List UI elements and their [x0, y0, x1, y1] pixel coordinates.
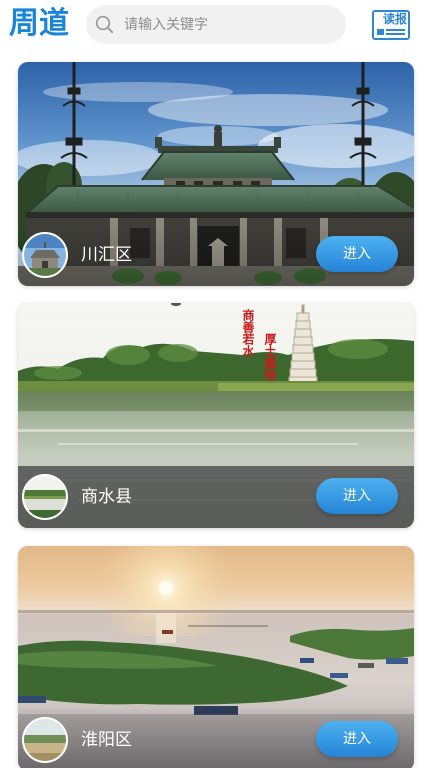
card-footer: 川汇区 进入	[18, 224, 414, 286]
region-avatar	[22, 232, 68, 278]
app-logo[interactable]: 周道	[9, 6, 69, 42]
search-icon-graphic	[95, 15, 114, 34]
region-card-shangshui[interactable]: 商善若水 厚土载物 商水县 进入	[18, 303, 414, 528]
photo-caption-left: 商善若水	[241, 309, 255, 357]
app-screen: 周道 读报	[0, 0, 432, 768]
enter-button[interactable]: 进入	[316, 478, 398, 514]
region-avatar-image	[24, 719, 66, 761]
search-input[interactable]	[124, 5, 334, 44]
region-avatar-image	[24, 476, 66, 518]
search-icon	[95, 15, 114, 34]
region-name: 商水县	[81, 487, 132, 507]
region-avatar-image	[24, 234, 66, 276]
region-card-huaiyang[interactable]: 淮阳区 进入	[18, 546, 414, 768]
region-avatar	[22, 717, 68, 763]
region-name: 川汇区	[81, 245, 132, 265]
region-name: 淮阳区	[81, 730, 132, 750]
newspaper-button[interactable]: 读报	[372, 10, 410, 40]
search-bar[interactable]	[86, 5, 346, 44]
enter-button[interactable]: 进入	[316, 721, 398, 757]
card-footer: 商水县 进入	[18, 466, 414, 528]
photo-caption-right: 厚土载物	[263, 333, 277, 381]
newspaper-text-line	[386, 33, 405, 35]
sun	[159, 581, 173, 595]
newspaper-label: 读报	[382, 12, 407, 26]
top-bar: 周道 读报	[0, 0, 432, 52]
enter-button[interactable]: 进入	[316, 236, 398, 272]
newspaper-text-line	[386, 29, 405, 31]
region-card-chuanhui[interactable]: 川汇区 进入	[18, 62, 414, 286]
newspaper-photo-block	[377, 29, 384, 35]
newspaper-icon: 读报	[374, 12, 408, 38]
region-avatar	[22, 474, 68, 520]
card-footer: 淮阳区 进入	[18, 709, 414, 768]
